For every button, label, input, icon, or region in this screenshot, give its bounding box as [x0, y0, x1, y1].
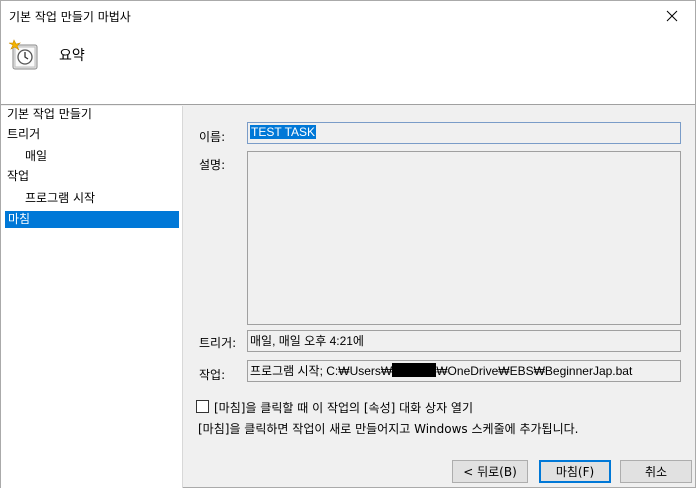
action-value-prefix: 프로그램 시작; C:₩Users₩: [250, 364, 393, 378]
wizard-header: 요약: [1, 31, 695, 105]
wizard-window: 기본 작업 만들기 마법사 요약 기본 작업 만들기 트리거 매일 작업 프로그…: [0, 0, 696, 488]
wizard-steps-sidebar: 기본 작업 만들기 트리거 매일 작업 프로그램 시작 마침: [1, 106, 183, 488]
action-label: 작업:: [199, 368, 226, 382]
sidebar-item-daily[interactable]: 매일: [25, 148, 47, 165]
action-value-suffix: ₩OneDrive₩EBS₩BeginnerJap.bat: [436, 364, 633, 378]
trigger-field[interactable]: 매일, 매일 오후 4:21에: [247, 330, 681, 352]
finish-button[interactable]: 마침(F): [539, 460, 611, 483]
finish-info-text: [마침]을 클릭하면 작업이 새로 만들어지고 Windows 스케줄에 추가됩…: [198, 422, 579, 436]
cancel-button[interactable]: 취소: [620, 460, 692, 483]
open-properties-checkbox[interactable]: [196, 400, 209, 413]
task-clock-icon: [8, 39, 38, 70]
redacted-username: [392, 363, 437, 377]
close-button[interactable]: [649, 1, 695, 31]
trigger-label: 트리거:: [199, 336, 237, 350]
sidebar-item-trigger[interactable]: 트리거: [7, 126, 40, 143]
summary-panel: 이름: TEST TASK 설명: 트리거: 매일, 매일 오후 4:21에 작…: [184, 106, 695, 488]
sidebar-item-create-basic-task[interactable]: 기본 작업 만들기: [7, 106, 92, 123]
close-icon: [666, 10, 678, 22]
action-field[interactable]: 프로그램 시작; C:₩Users₩ ₩OneDrive₩EBS₩Beginner…: [247, 360, 681, 382]
sidebar-item-finish[interactable]: 마침: [5, 211, 179, 228]
name-field[interactable]: TEST TASK: [247, 122, 681, 144]
sidebar-item-start-program[interactable]: 프로그램 시작: [25, 190, 95, 207]
window-title: 기본 작업 만들기 마법사: [9, 10, 131, 24]
description-label: 설명:: [199, 158, 226, 172]
name-label: 이름:: [199, 130, 226, 144]
name-value: TEST TASK: [250, 125, 317, 139]
sidebar-item-action[interactable]: 작업: [7, 168, 29, 185]
open-properties-label[interactable]: [마침]을 클릭할 때 이 작업의 [속성] 대화 상자 열기: [214, 399, 473, 416]
description-field[interactable]: [247, 151, 681, 325]
title-bar: 기본 작업 만들기 마법사: [1, 1, 695, 31]
page-title: 요약: [59, 48, 85, 64]
back-button[interactable]: < 뒤로(B): [452, 460, 528, 483]
